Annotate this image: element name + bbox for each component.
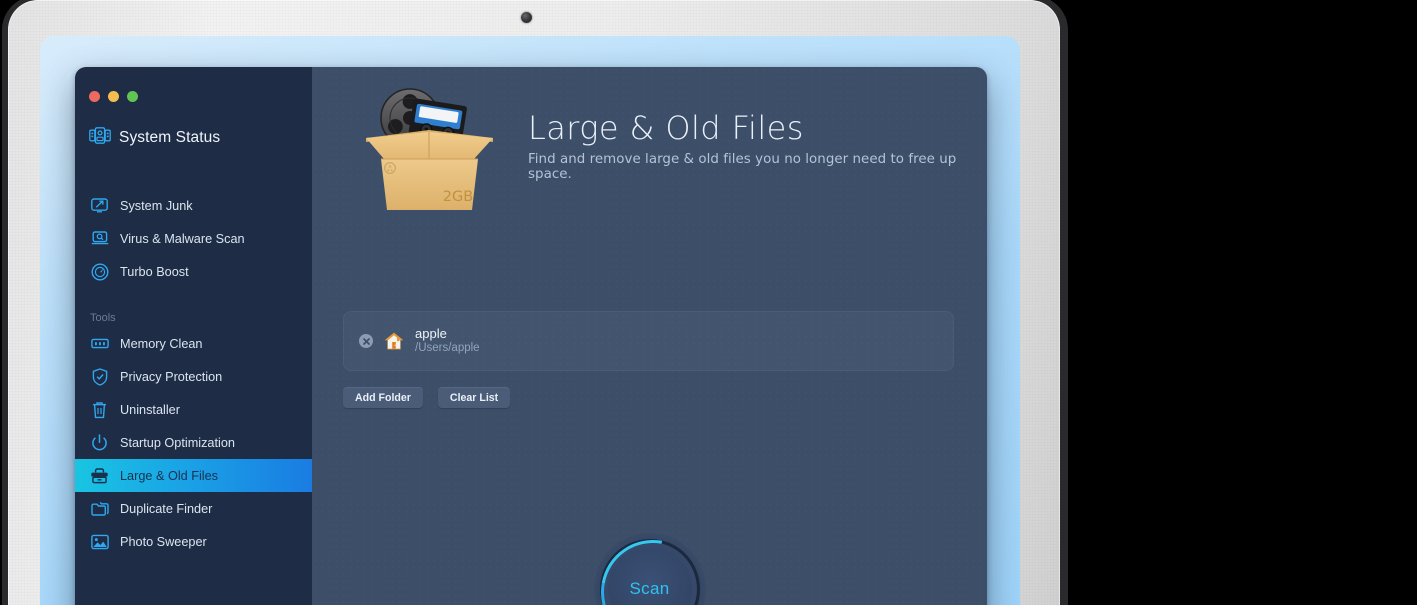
remove-circle-icon[interactable] xyxy=(359,334,373,348)
virus-scan-icon xyxy=(90,229,109,248)
sidebar-item-label: Large & Old Files xyxy=(120,469,218,483)
sidebar-item-turbo-boost[interactable]: Turbo Boost xyxy=(75,255,312,288)
sidebar-item-label: Photo Sweeper xyxy=(120,535,207,549)
folder-name: apple xyxy=(415,326,480,342)
main-content: 2GB Large & Old Files Find and remove la… xyxy=(312,67,987,605)
clear-list-button[interactable]: Clear List xyxy=(438,387,510,408)
sidebar-item-label: Turbo Boost xyxy=(120,265,189,279)
system-status-icon xyxy=(89,127,111,149)
hero-header: 2GB Large & Old Files Find and remove la… xyxy=(312,67,987,292)
memory-clean-icon xyxy=(90,334,109,353)
home-folder-icon xyxy=(383,330,405,352)
sidebar-nav: System Junk Virus & Malware Scan xyxy=(75,189,312,558)
brand-label: System Status xyxy=(119,129,220,147)
page-subtitle: Find and remove large & old files you no… xyxy=(528,152,987,182)
minimize-button[interactable] xyxy=(108,91,119,102)
sidebar-item-label: Memory Clean xyxy=(120,337,203,351)
sidebar-item-label: Startup Optimization xyxy=(120,436,235,450)
scan-button-label: Scan xyxy=(630,579,670,599)
sidebar-item-startup-optimization[interactable]: Startup Optimization xyxy=(75,426,312,459)
system-junk-icon xyxy=(90,196,109,215)
maximize-button[interactable] xyxy=(127,91,138,102)
close-button[interactable] xyxy=(89,91,100,102)
large-old-files-icon xyxy=(90,466,109,485)
sidebar-item-photo-sweeper[interactable]: Photo Sweeper xyxy=(75,525,312,558)
sidebar-item-duplicate-finder[interactable]: Duplicate Finder xyxy=(75,492,312,525)
scan-button[interactable]: Scan xyxy=(594,533,706,605)
power-icon xyxy=(90,433,109,452)
sidebar-item-label: System Junk xyxy=(120,199,193,213)
list-item[interactable]: apple /Users/apple xyxy=(343,311,954,371)
window-traffic-lights xyxy=(89,91,138,102)
sidebar-item-label: Privacy Protection xyxy=(120,370,222,384)
sidebar-item-label: Duplicate Finder xyxy=(120,502,212,516)
folder-path: /Users/apple xyxy=(415,342,480,356)
sidebar-item-virus-malware-scan[interactable]: Virus & Malware Scan xyxy=(75,222,312,255)
folder-text: apple /Users/apple xyxy=(415,326,480,356)
laptop-screen: System Status System Junk xyxy=(40,36,1020,605)
brand-system-status[interactable]: System Status xyxy=(89,127,220,149)
nav-spacer xyxy=(75,288,312,302)
hero-text-block: Large & Old Files Find and remove large … xyxy=(528,112,987,182)
sidebar-item-label: Uninstaller xyxy=(120,403,180,417)
sidebar-item-uninstaller[interactable]: Uninstaller xyxy=(75,393,312,426)
app-window: System Status System Junk xyxy=(75,67,987,605)
sidebar: System Status System Junk xyxy=(75,67,312,605)
sidebar-item-label: Virus & Malware Scan xyxy=(120,232,245,246)
sidebar-item-privacy-protection[interactable]: Privacy Protection xyxy=(75,360,312,393)
folder-action-buttons: Add Folder Clear List xyxy=(343,387,510,408)
sidebar-section-heading: Tools xyxy=(75,302,312,327)
sidebar-item-memory-clean[interactable]: Memory Clean xyxy=(75,327,312,360)
trash-icon xyxy=(90,400,109,419)
sidebar-item-large-old-files[interactable]: Large & Old Files xyxy=(75,459,312,492)
sidebar-item-system-junk[interactable]: System Junk xyxy=(75,189,312,222)
duplicate-folder-icon xyxy=(90,499,109,518)
photo-icon xyxy=(90,532,109,551)
cardboard-box-with-media-icon: 2GB xyxy=(362,82,497,217)
folder-list: apple /Users/apple xyxy=(343,311,954,371)
box-size-label: 2GB xyxy=(443,189,473,205)
shield-check-icon xyxy=(90,367,109,386)
page-title: Large & Old Files xyxy=(528,112,987,144)
add-folder-button[interactable]: Add Folder xyxy=(343,387,423,408)
turbo-boost-icon xyxy=(90,262,109,281)
screenshot-stage: System Status System Junk xyxy=(0,0,1417,605)
webcam-icon xyxy=(521,12,532,23)
